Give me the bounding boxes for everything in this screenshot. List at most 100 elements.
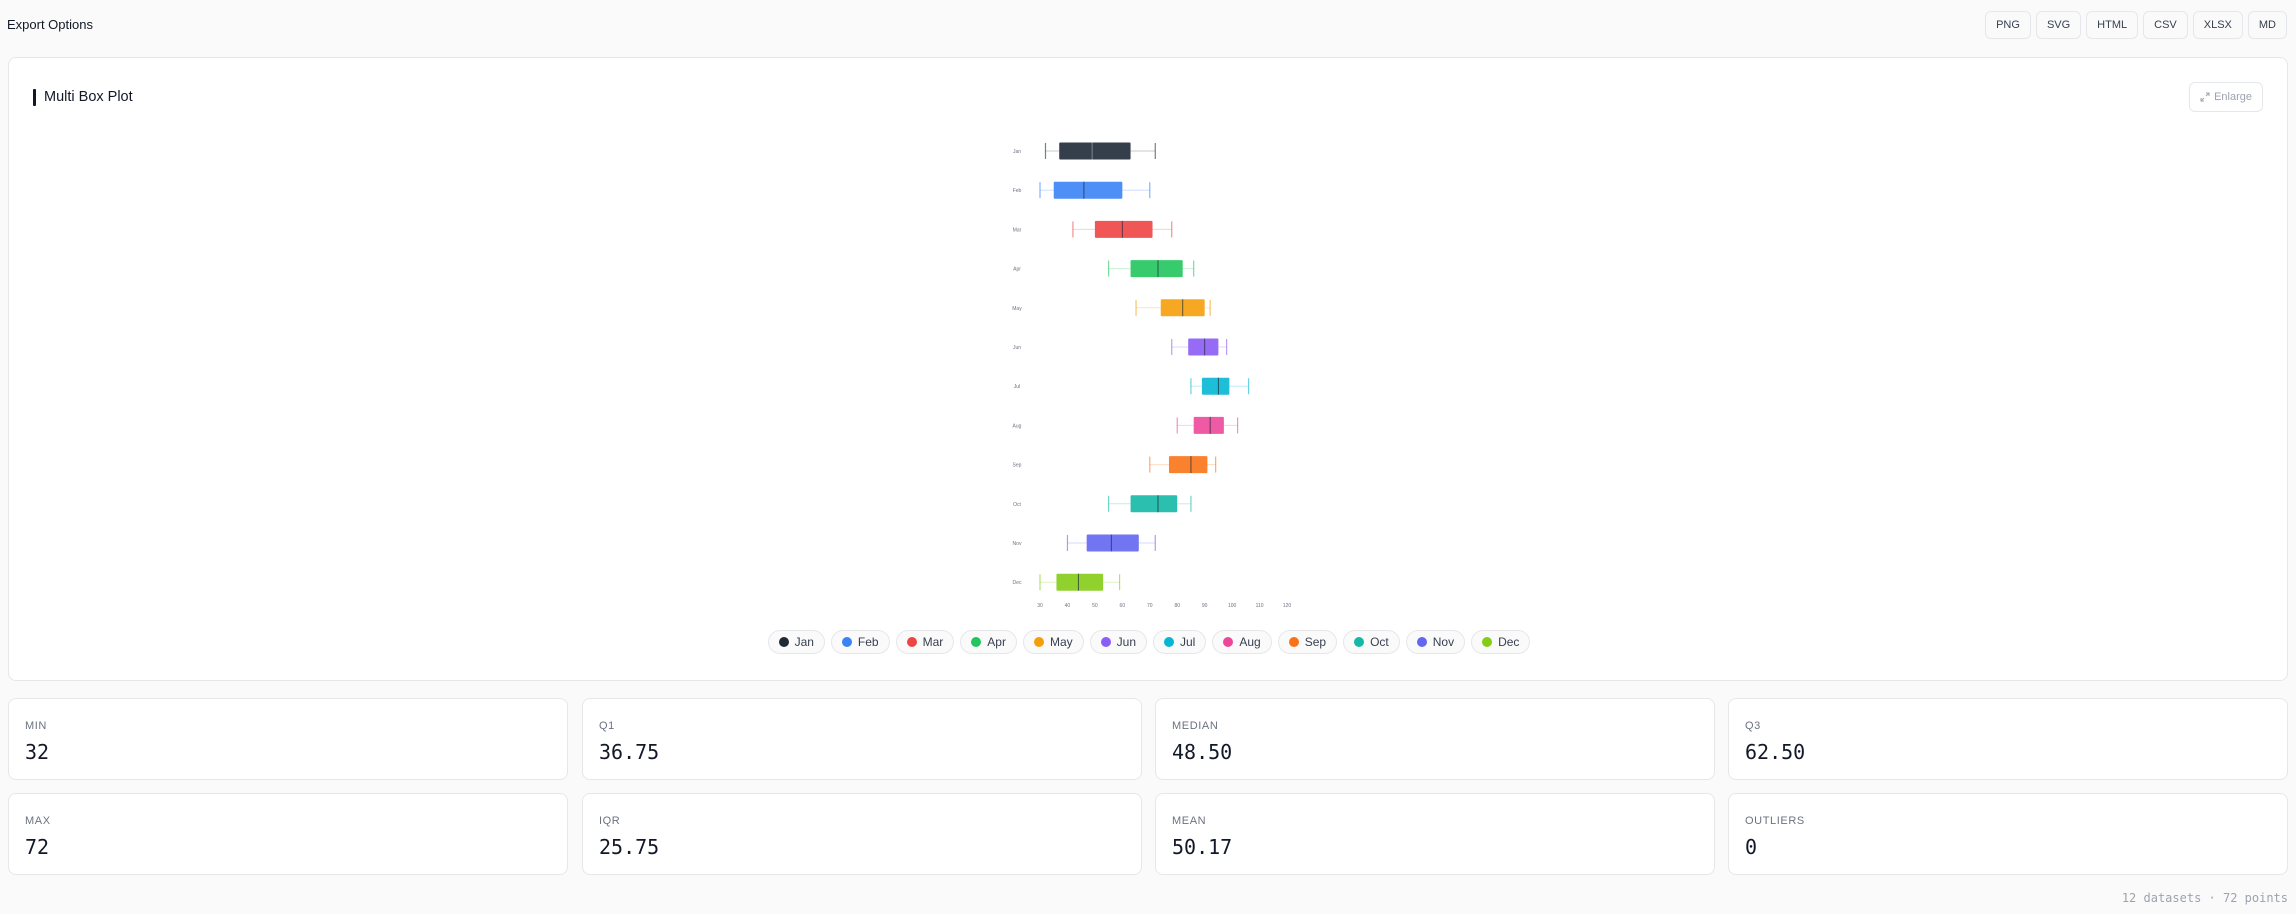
stat-card-min: MIN 32 [8,698,568,780]
legend-label: Jul [1180,635,1196,649]
legend-item-sep[interactable]: Sep [1277,630,1338,654]
export-button-group: PNG SVG HTML CSV XLSX MD [1985,11,2287,39]
box-oct [1130,495,1178,513]
stat-value: 32 [25,740,50,764]
stat-label: Q1 [599,720,615,732]
stat-value: 48.50 [1172,740,1233,764]
stat-label: MEAN [1172,815,1207,827]
legend-swatch [1033,637,1044,647]
legend-item-feb[interactable]: Feb [830,630,890,654]
legend-label: Dec [1498,635,1520,649]
box-apr [1130,260,1183,278]
legend-item-jun[interactable]: Jun [1089,630,1147,654]
legend-swatch [1354,637,1365,647]
category-label-sep: Sep [1013,463,1022,469]
legend-item-mar[interactable]: Mar [895,630,955,654]
stat-card-mean: MEAN 50.17 [1155,793,1715,875]
stat-label: MAX [25,815,51,827]
stat-value: 50.17 [1172,835,1233,859]
legend-swatch [1288,637,1299,647]
legend-label: Jan [794,635,814,649]
box-jul [1201,377,1230,395]
legend-item-dec[interactable]: Dec [1471,630,1531,654]
legend-swatch [1164,637,1174,647]
legend-item-aug[interactable]: Aug [1212,630,1272,654]
box-sep [1168,456,1208,474]
export-csv-button[interactable]: CSV [2143,11,2188,39]
legend-swatch [778,637,789,647]
stat-label: IQR [599,815,621,827]
category-label-jan: Jan [1013,149,1021,155]
export-png-button[interactable]: PNG [1985,11,2031,39]
stat-value: 62.50 [1745,740,1806,764]
stat-value: 0 [1745,835,1758,859]
stat-card-q1: Q1 36.75 [582,698,1142,780]
legend-label: Feb [857,635,879,649]
legend-item-nov[interactable]: Nov [1405,630,1466,654]
legend-swatch [1416,637,1427,647]
legend: Jan Feb Mar Apr May Jun Jul Aug Sep Oct Nov Dec [9,630,2289,654]
dataset-summary: 12 datasets · 72 points [2121,891,2288,905]
export-options-title: Export Options [7,17,93,32]
box-feb [1053,181,1123,199]
box-aug [1193,416,1224,434]
legend-label: May [1049,635,1073,649]
category-label-jun: Jun [1013,345,1021,351]
stat-value: 72 [25,835,50,859]
stat-card-iqr: IQR 25.75 [582,793,1142,875]
stat-card-median: MEDIAN 48.50 [1155,698,1715,780]
export-html-button[interactable]: HTML [2086,11,2139,39]
stat-label: MEDIAN [1172,720,1219,732]
x-tick-label: 90 [1202,603,1208,609]
stat-value: 36.75 [599,740,660,764]
category-label-aug: Aug [1013,423,1022,429]
box-jan [1059,142,1131,160]
export-svg-button[interactable]: SVG [2035,11,2082,39]
legend-swatch [1223,637,1234,647]
legend-item-apr[interactable]: Apr [960,630,1017,654]
chart-card: Multi Box Plot Enlarge Jan Feb Mar Apr May Ju… [8,57,2288,681]
category-label-nov: Nov [1013,541,1022,547]
stat-label: OUTLIERS [1745,815,1805,827]
legend-label: Nov [1432,635,1455,649]
box-plot-svg: Jan Feb Mar Apr May Jun Jul Aug Sep Oct Nov Dec 30 40… [1012,142,1292,609]
x-tick-label: 120 [1283,603,1292,609]
category-label-dec: Dec [1013,580,1022,586]
stat-value: 25.75 [599,835,660,859]
x-tick-label: 30 [1037,603,1043,609]
legend-item-may[interactable]: May [1022,630,1084,654]
legend-label: Oct [1370,635,1389,649]
top-bar: Export Options PNG SVG HTML CSV XLSX MD [0,0,2296,52]
category-label-mar: Mar [1013,227,1022,233]
legend-swatch [906,637,917,647]
legend-label: Apr [987,635,1006,649]
legend-item-jul[interactable]: Jul [1153,630,1207,654]
x-tick-label: 60 [1120,603,1126,609]
box-mar [1094,220,1153,238]
x-tick-label: 40 [1065,603,1071,609]
legend-swatch [971,637,982,647]
x-tick-label: 50 [1092,603,1098,609]
stat-card-outliers: OUTLIERS 0 [1728,793,2288,875]
legend-swatch [1482,637,1493,647]
box-jun [1188,338,1219,356]
legend-swatch [841,637,852,647]
legend-item-jan[interactable]: Jan [767,630,825,654]
box-dec [1056,573,1104,591]
x-tick-label: 70 [1147,603,1153,609]
legend-label: Aug [1239,635,1261,649]
x-tick-label: 80 [1174,603,1180,609]
legend-item-oct[interactable]: Oct [1343,630,1400,654]
stat-card-q3: Q3 62.50 [1728,698,2288,780]
x-tick-label: 110 [1256,603,1264,609]
category-label-oct: Oct [1013,502,1021,508]
stat-card-max: MAX 72 [8,793,568,875]
category-label-may: May [1012,306,1022,312]
export-xlsx-button[interactable]: XLSX [2192,11,2243,39]
stat-label: Q3 [1745,720,1761,732]
export-md-button[interactable]: MD [2247,11,2287,39]
box-nov [1086,534,1139,552]
category-label-jul: Jul [1014,384,1020,390]
stat-label: MIN [25,720,47,732]
legend-swatch [1100,637,1111,647]
